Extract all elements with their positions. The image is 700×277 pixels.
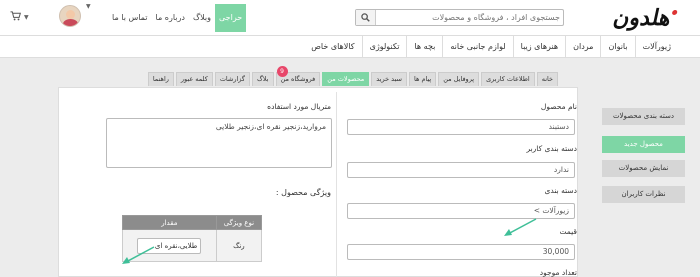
nav-blog[interactable]: وبلاگ: [189, 4, 215, 32]
count-label-text: تعداد موجود: [539, 268, 577, 277]
category-label: دسته بندی: [457, 186, 577, 195]
tab-reports[interactable]: گزارشات: [214, 72, 250, 86]
avatar-face: [66, 10, 75, 19]
category-label-text: دسته بندی: [544, 186, 577, 195]
user-menu-chevron-down-icon[interactable]: ▼: [86, 3, 91, 10]
avatar-body: [63, 19, 78, 26]
column-header-type: نوع ویژگی: [215, 215, 263, 230]
category-item[interactable]: مردان: [565, 36, 600, 57]
sidebar-item-new-product[interactable]: محصول جدید: [602, 136, 685, 153]
price-label-text: قیمت: [559, 227, 577, 236]
nav-about[interactable]: درباره ما: [152, 4, 189, 32]
tab-cart[interactable]: سبد خرید: [371, 72, 407, 86]
product-name-label: نام محصول: [497, 102, 577, 111]
material-label: متریال مورد استفاده: [199, 102, 331, 111]
sidebar-item-product-categories[interactable]: دسته بندی محصولات: [602, 108, 685, 125]
table-header-row: مقدار نوع ویژگی: [122, 215, 263, 230]
feature-type-cell: رنگ: [215, 229, 263, 262]
tab-my-products[interactable]: محصولات من: [322, 72, 370, 86]
product-name-label-text: نام محصول: [540, 102, 577, 111]
annotation-arrow-icon: [504, 218, 537, 236]
count-label: تعداد موجود: [457, 268, 577, 277]
category-select[interactable]: زیورآلات >: [347, 203, 575, 219]
tab-messages[interactable]: پیام ها: [408, 72, 437, 86]
category-item[interactable]: کالاهای خاص: [304, 36, 361, 57]
account-tabs: خانه اطلاعات کاربری پروفایل من پیام ها س…: [147, 66, 558, 86]
user-avatar[interactable]: [59, 5, 81, 27]
nav-contact[interactable]: تماس با ما: [108, 4, 152, 32]
product-name-input[interactable]: دستبند: [347, 119, 575, 135]
search-input[interactable]: [377, 10, 563, 25]
tab-blog[interactable]: بلاگ: [251, 72, 274, 86]
features-label: ویژگی محصول :: [209, 188, 331, 197]
column-divider: [336, 92, 337, 277]
user-category-label-text: دسته بندی کاربر: [526, 144, 577, 153]
category-item[interactable]: بانوان: [600, 36, 634, 57]
tab-password[interactable]: کلمه عبور: [175, 72, 213, 86]
category-item[interactable]: ژیورآلات: [634, 36, 678, 57]
site-logo[interactable]: هلدون: [561, 5, 679, 31]
cart-button[interactable]: [10, 11, 21, 24]
tab-home[interactable]: خانه: [536, 72, 558, 86]
category-item[interactable]: لوازم جانبی خانه: [442, 36, 512, 57]
tab-my-store-label: فروشگاه من: [280, 75, 316, 83]
category-list: ژیورآلات بانوان مردان هنرهای زیبا لوازم …: [304, 36, 678, 57]
top-nav: حراجی وبلاگ درباره ما تماس با ما: [108, 4, 247, 32]
column-header-value: مقدار: [122, 215, 217, 230]
category-item[interactable]: هنرهای زیبا: [512, 36, 565, 57]
user-category-label: دسته بندی کاربر: [457, 144, 577, 153]
nav-sale[interactable]: حراجی: [214, 4, 247, 32]
material-label-text: متریال مورد استفاده: [267, 102, 331, 111]
search-bar: [355, 9, 564, 26]
sidebar-item-show-products[interactable]: نمایش محصولات: [602, 160, 685, 177]
sidebar-item-user-comments[interactable]: نظرات کاربران: [602, 186, 685, 203]
search-icon: [361, 13, 370, 22]
category-item[interactable]: تکنولوژی: [361, 36, 407, 57]
category-bar: ژیورآلات بانوان مردان هنرهای زیبا لوازم …: [0, 36, 700, 58]
tab-my-store[interactable]: فروشگاه من 9: [275, 66, 321, 86]
tab-user-info[interactable]: اطلاعات کاربری: [481, 72, 535, 86]
category-item[interactable]: بچه ها: [406, 36, 442, 57]
tab-help[interactable]: راهنما: [147, 72, 174, 86]
tab-profile[interactable]: پروفایل من: [438, 72, 480, 86]
header: هلدون حراجی وبلاگ درباره ما تماس با ما ▼…: [0, 0, 700, 36]
features-label-text: ویژگی محصول :: [275, 188, 331, 197]
annotation-arrow-icon: [122, 246, 155, 264]
price-input[interactable]: 30,000: [347, 244, 575, 260]
cart-icon: [10, 11, 21, 21]
user-category-select[interactable]: ندارد: [347, 162, 575, 178]
notification-badge: 9: [276, 66, 288, 77]
search-button[interactable]: [356, 10, 376, 25]
cart-chevron-down-icon[interactable]: ▼: [24, 14, 29, 21]
material-textarea[interactable]: مروارید،زنجیر نقره ای،زنجیر طلایی: [106, 118, 332, 168]
